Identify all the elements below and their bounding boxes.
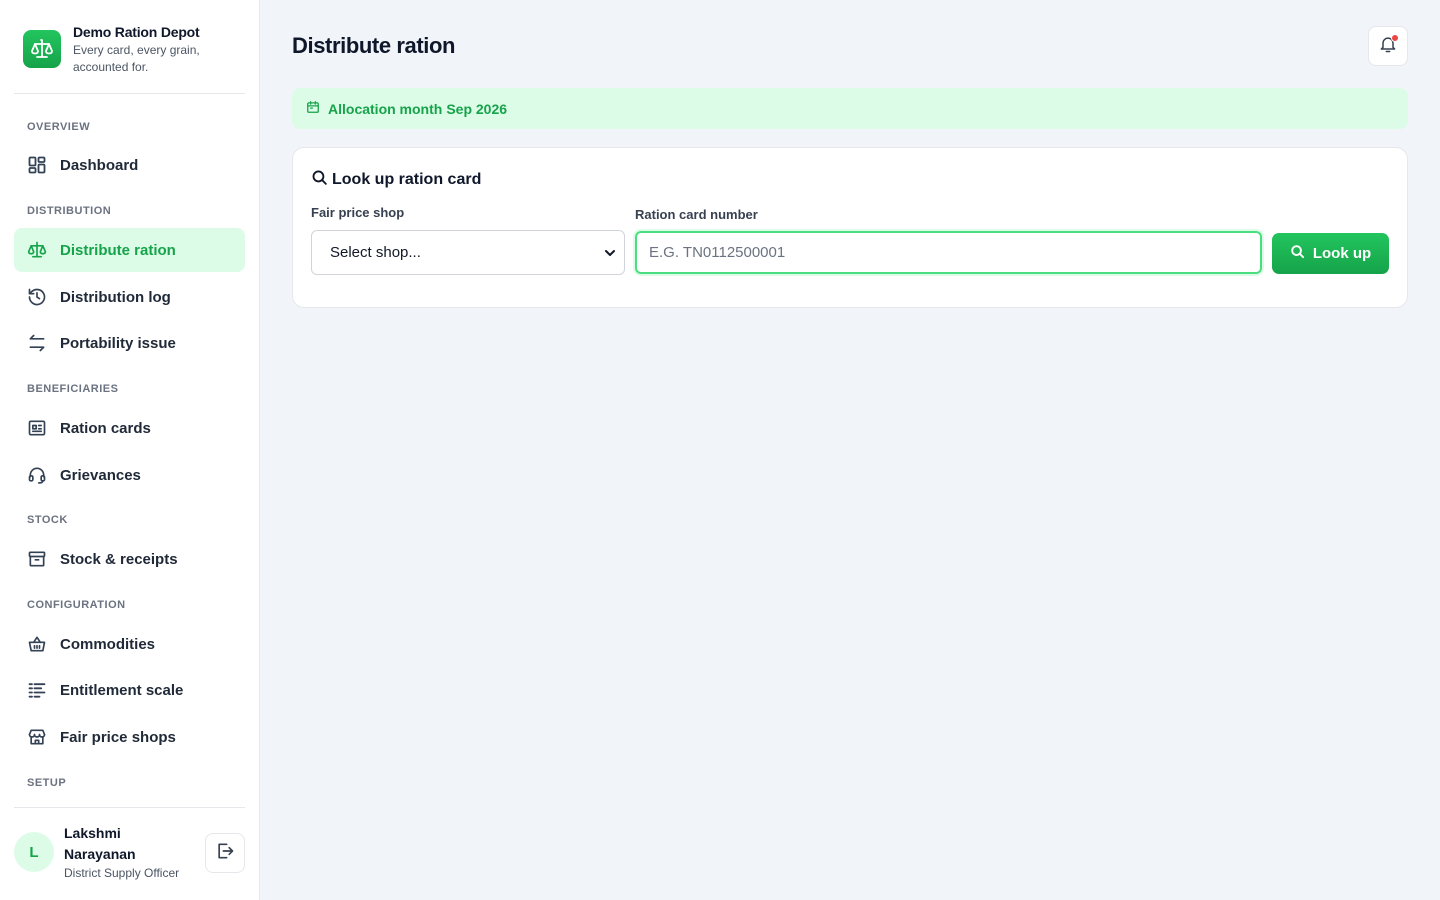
id-card-icon xyxy=(27,418,47,438)
allocation-month-label: Allocation month xyxy=(328,100,443,117)
sidebar-item-distribution-log[interactable]: Distribution log xyxy=(14,275,245,319)
sidebar-item-commodities[interactable]: Commodities xyxy=(14,622,245,666)
swap-arrows-icon xyxy=(27,333,47,353)
sidebar-item-label: Stock & receipts xyxy=(60,550,178,568)
logout-button[interactable] xyxy=(205,833,245,873)
section-setup: SETUP xyxy=(27,777,67,789)
sidebar-item-ration-cards[interactable]: Ration cards xyxy=(14,406,245,450)
sidebar-item-label: Fair price shops xyxy=(60,728,176,746)
search-icon xyxy=(1290,244,1305,263)
sidebar-item-label: Distribution log xyxy=(60,288,171,306)
section-distribution: DISTRIBUTION xyxy=(27,205,112,217)
sidebar-item-portability-issue[interactable]: Portability issue xyxy=(14,321,245,365)
sidebar-item-dashboard[interactable]: Dashboard xyxy=(14,143,245,187)
lookup-card: Look up ration card Fair price shop Sele… xyxy=(292,147,1408,308)
card-number-field-label: Ration card number xyxy=(635,207,758,222)
logout-icon xyxy=(215,841,235,866)
shop-field-label: Fair price shop xyxy=(311,205,405,220)
sidebar-item-label: Grievances xyxy=(60,466,141,484)
calendar-icon xyxy=(306,100,320,117)
search-icon xyxy=(311,169,328,191)
brand-name: Demo Ration Depot xyxy=(73,24,200,40)
brand: Demo Ration Depot Every card, every grai… xyxy=(14,18,245,94)
shop-select[interactable]: Select shop... xyxy=(311,230,625,275)
chevron-down-icon xyxy=(604,246,616,263)
sidebar-item-label: Portability issue xyxy=(60,334,176,352)
notifications-button[interactable] xyxy=(1368,26,1408,66)
lookup-card-title: Look up ration card xyxy=(311,169,481,191)
sidebar-item-label: Dashboard xyxy=(60,156,139,174)
look-up-button-label: Look up xyxy=(1312,245,1372,262)
archive-box-icon xyxy=(27,549,47,569)
sidebar-item-label: Ration cards xyxy=(60,419,151,437)
user-role: District Supply Officer xyxy=(64,866,180,880)
dashboard-icon xyxy=(27,155,47,175)
section-beneficiaries: BENEFICIARIES xyxy=(27,383,119,395)
sidebar-item-distribute-ration[interactable]: Distribute ration xyxy=(14,228,245,272)
sidebar-item-fair-price-shops[interactable]: Fair price shops xyxy=(14,715,245,759)
list-bars-icon xyxy=(27,680,47,700)
section-configuration: CONFIGURATION xyxy=(27,599,126,611)
headset-icon xyxy=(27,465,47,485)
allocation-month-banner: Allocation month Sep 2026 xyxy=(292,88,1408,129)
sidebar-item-entitlement-scale[interactable]: Entitlement scale xyxy=(14,668,245,712)
card-number-placeholder: E.G. TN0112500001 xyxy=(649,244,786,261)
user-panel: L Lakshmi Narayanan District Supply Offi… xyxy=(14,807,245,900)
sidebar-item-label: Entitlement scale xyxy=(60,681,184,699)
shop-select-value: Select shop... xyxy=(330,244,421,261)
section-stock: STOCK xyxy=(27,514,68,526)
look-up-button[interactable]: Look up xyxy=(1272,233,1389,274)
lookup-title-text: Look up ration card xyxy=(332,171,482,188)
sidebar-item-grievances[interactable]: Grievances xyxy=(14,453,245,497)
history-icon xyxy=(27,287,47,307)
user-name: Lakshmi Narayanan xyxy=(64,825,136,862)
card-number-input[interactable]: E.G. TN0112500001 xyxy=(635,231,1262,274)
scale-icon xyxy=(27,240,47,260)
sidebar: Demo Ration Depot Every card, every grai… xyxy=(0,0,260,900)
sidebar-item-stock-receipts[interactable]: Stock & receipts xyxy=(14,537,245,581)
notification-dot xyxy=(1391,34,1399,42)
brand-tagline: Every card, every grain, accounted for. xyxy=(73,43,200,74)
sidebar-item-label: Distribute ration xyxy=(60,241,176,259)
allocation-month-value: Sep 2026 xyxy=(446,100,508,117)
page-title: Distribute ration xyxy=(292,33,456,58)
sidebar-item-label: Commodities xyxy=(60,635,156,653)
section-overview: OVERVIEW xyxy=(27,121,91,133)
avatar: L xyxy=(14,832,54,872)
storefront-icon xyxy=(27,727,47,747)
scale-logo-icon xyxy=(23,30,61,68)
basket-icon xyxy=(27,634,47,654)
